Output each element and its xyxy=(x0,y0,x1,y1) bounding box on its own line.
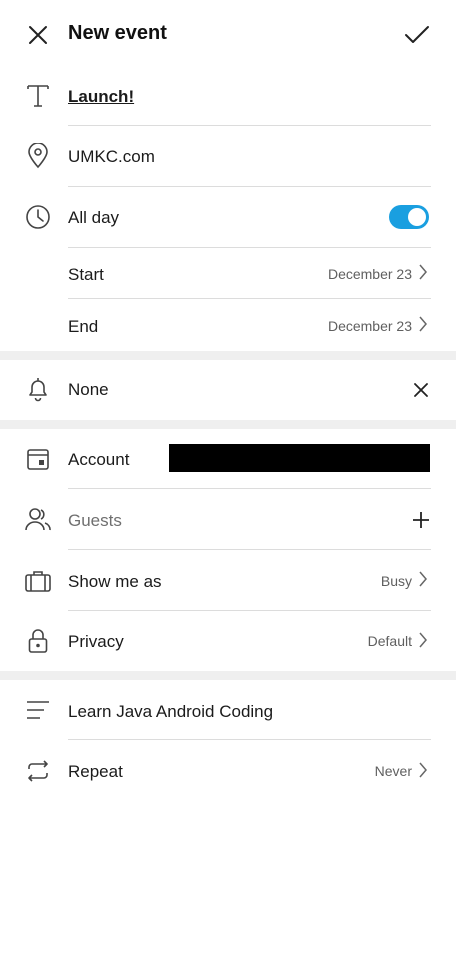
end-date-value: December 23 xyxy=(327,318,412,334)
section-separator xyxy=(0,420,456,429)
show-me-as-value: Busy xyxy=(380,573,412,589)
all-day-toggle[interactable] xyxy=(389,205,429,229)
location-pin-icon xyxy=(28,143,48,169)
repeat-label: Repeat xyxy=(68,762,123,781)
reminder-value[interactable]: None xyxy=(68,380,109,400)
repeat-value: Never xyxy=(374,763,412,779)
guests-field[interactable]: Guests xyxy=(68,511,122,531)
end-label: End xyxy=(68,317,99,336)
divider xyxy=(68,488,431,489)
person-icon xyxy=(25,508,51,531)
text-icon xyxy=(27,85,49,107)
privacy-value: Default xyxy=(367,633,412,649)
clock-icon xyxy=(26,205,50,229)
account-value-redacted[interactable] xyxy=(169,444,430,472)
notes-icon xyxy=(27,701,49,719)
briefcase-icon xyxy=(25,571,51,592)
page-title: New event xyxy=(68,22,167,44)
chevron-right-icon xyxy=(419,316,427,332)
location-field[interactable]: UMKC.com xyxy=(68,147,155,167)
repeat-icon xyxy=(28,760,48,782)
close-icon[interactable] xyxy=(27,24,49,46)
divider xyxy=(68,125,431,126)
section-separator xyxy=(0,351,456,360)
save-check-icon[interactable] xyxy=(404,24,430,46)
toggle-knob xyxy=(408,208,426,226)
divider xyxy=(68,186,431,187)
show-me-as-label: Show me as xyxy=(68,572,162,591)
add-guest-plus-icon[interactable] xyxy=(412,511,430,529)
chevron-right-icon xyxy=(419,632,427,648)
event-title-field[interactable]: Launch! xyxy=(68,87,134,107)
lock-icon xyxy=(28,629,48,653)
chevron-right-icon xyxy=(419,571,427,587)
close-icon[interactable] xyxy=(414,383,428,397)
description-field[interactable]: Learn Java Android Coding xyxy=(68,702,273,722)
chevron-right-icon xyxy=(419,762,427,778)
calendar-icon xyxy=(27,449,49,470)
section-separator xyxy=(0,671,456,680)
bell-icon xyxy=(29,378,47,402)
account-label: Account xyxy=(68,450,130,469)
privacy-label: Privacy xyxy=(68,632,124,651)
start-label: Start xyxy=(68,265,104,284)
chevron-right-icon xyxy=(419,264,427,280)
all-day-label: All day xyxy=(68,208,120,227)
start-date-value: December 23 xyxy=(327,266,412,282)
